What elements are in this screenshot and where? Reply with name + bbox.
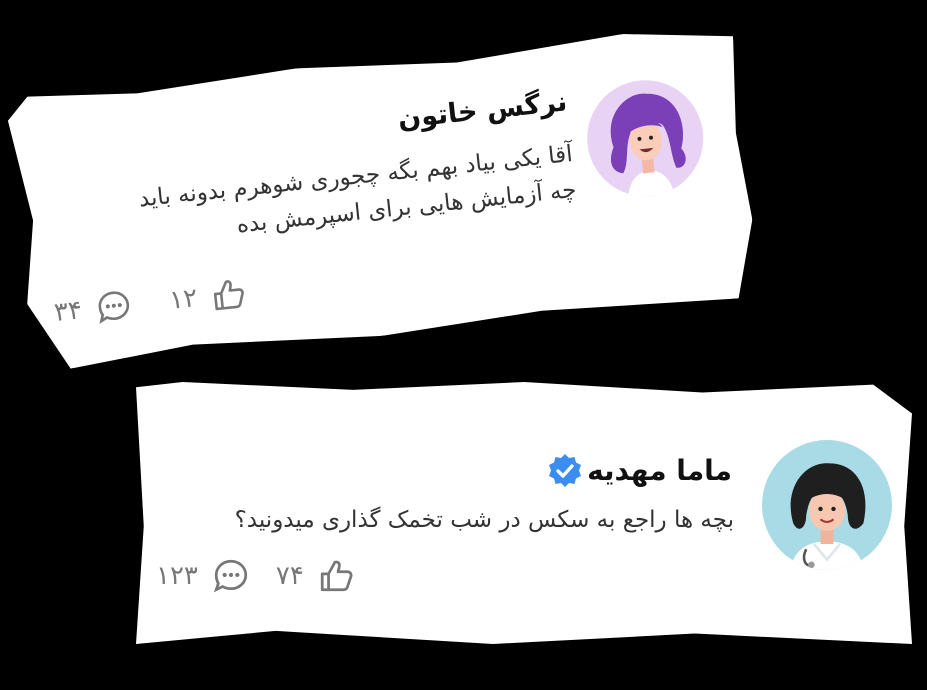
thumbs-up-icon[interactable] <box>209 275 249 315</box>
comment-line: بچه ها راجع به سکس در شب تخمک گذاری میدو… <box>234 507 734 533</box>
comment-icon[interactable] <box>94 287 134 327</box>
avatar[interactable] <box>762 440 892 570</box>
comment-icon[interactable] <box>212 557 250 595</box>
comment-text: بچه ها راجع به سکس در شب تخمک گذاری میدو… <box>235 502 734 538</box>
doctor-avatar-icon <box>790 463 866 570</box>
comments-stat[interactable]: ۱۲۳ <box>156 557 250 595</box>
likes-stat[interactable]: ۱۲ <box>168 275 249 319</box>
comment-stats: ۳۴ ۱۲ <box>52 275 249 331</box>
woman-avatar-icon <box>581 75 708 202</box>
author-name[interactable]: نرگس خاتون <box>396 86 568 135</box>
comment-card-2[interactable]: ماما مهدیه بچه ها راجع به سکس در شب تخمک… <box>136 382 912 644</box>
like-count: ۱۲ <box>168 283 199 316</box>
comment-card-1[interactable]: نرگس خاتون آقا یکی بیاد بهم بگه چجوری شو… <box>6 23 761 373</box>
comment-count: ۱۲۳ <box>156 561 198 591</box>
author-name[interactable]: ماما مهدیه <box>587 454 732 487</box>
avatar[interactable] <box>581 75 708 202</box>
like-count: ۷۴ <box>275 561 304 591</box>
comment-text: آقا یکی بیاد بهم بگه چجوری شوهرم بدونه ب… <box>137 136 578 253</box>
likes-stat[interactable]: ۷۴ <box>276 557 356 595</box>
comments-stat[interactable]: ۳۴ <box>52 287 133 331</box>
comment-count: ۳۴ <box>52 295 84 328</box>
thumbs-up-icon[interactable] <box>318 557 356 595</box>
verified-badge-icon <box>546 452 584 490</box>
comment-stats: ۱۲۳ ۷۴ <box>156 557 356 595</box>
